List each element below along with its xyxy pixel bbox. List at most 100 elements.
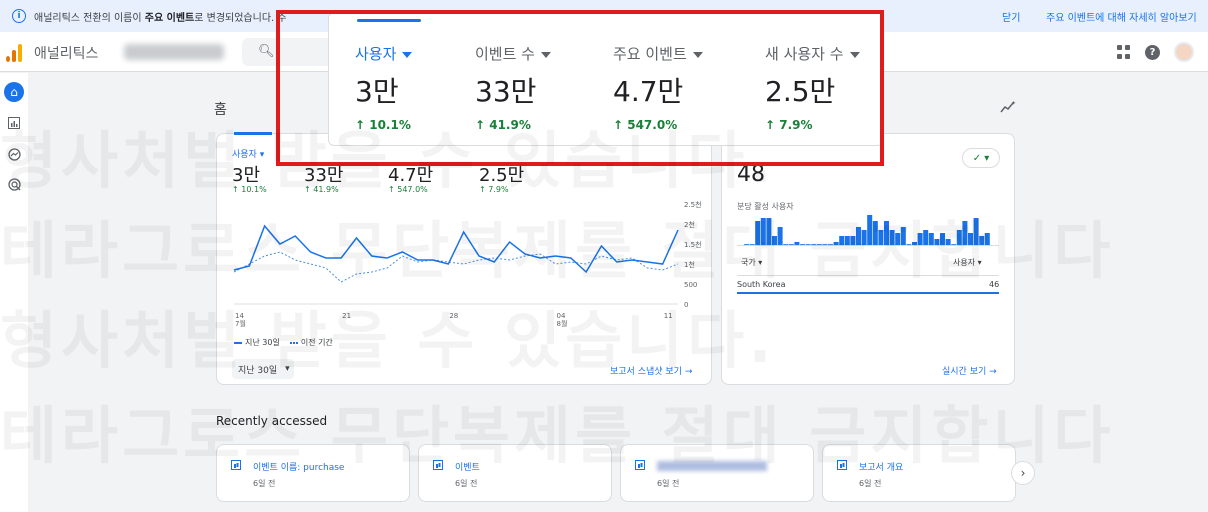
realtime-subtitle: 분당 활성 사용자 [737,202,794,211]
realtime-bar [755,221,761,245]
y-tick-label: 0 [684,301,688,309]
metric-users-value: 3만 [232,165,261,186]
realtime-bar [962,221,968,245]
metric-tab-label: 사용자 [355,43,413,64]
metric-tab-label: 이벤트 수 [475,43,551,64]
x-tick-label: 28 [449,312,458,320]
metric-tab-value: 33만 [475,75,537,108]
realtime-bar [923,230,929,245]
country-row-value: 46 [989,280,1000,289]
metric-tab-label: 새 사용자 수 [765,43,860,64]
realtime-view-link[interactable]: 실시간 보기 → [942,364,997,377]
recent-card-time: 6일 전 [859,479,882,488]
realtime-bar [844,236,850,245]
reports-icon[interactable] [4,113,24,133]
chevron-down-icon [692,51,703,58]
realtime-count: 48 [737,162,765,187]
recent-card-title: 이벤트 [455,463,480,473]
metric-tab-new-users[interactable]: 새 사용자 수 2.5만 ↑ 7.9% [765,43,860,132]
realtime-bar [766,218,772,245]
recent-card-time: 6일 전 [253,479,276,488]
chevron-down-icon [849,51,860,58]
report-snapshot-link[interactable]: 보고서 스냅샷 보기 → [610,364,692,377]
banner-close-link[interactable]: 닫기 [1002,9,1020,24]
realtime-bar [856,227,861,245]
analytics-logo-icon [6,42,24,62]
realtime-bar [777,227,783,245]
banner-learn-more-link[interactable]: 주요 이벤트에 대해 자세히 알아보기 [1046,9,1197,24]
advertising-icon[interactable] [4,174,24,194]
selected-tab-indicator [357,19,421,22]
metric-events-change: ↑ 41.9% [304,185,339,194]
info-icon: i [12,9,26,23]
recent-card[interactable]: 이벤트 이름: purchase 6일 전 [216,444,410,502]
country-row-label: South Korea [737,280,786,289]
metrics-tabs-panel: 사용자 3만 ↑ 10.1% 이벤트 수 33만 ↑ 41.9% 주요 이벤트 … [328,12,884,146]
date-range-button[interactable]: 지난 30일 ▾ [232,359,294,379]
metric-tab-events[interactable]: 이벤트 수 33만 ↑ 41.9% [475,43,551,132]
metric-key-events-value: 4.7만 [388,165,434,186]
users-line-chart: 2.5천 2천 1.5천 1천 500 0 147월 21 28 048월 11 [233,200,702,328]
country-dimension-select[interactable]: 국가 ▾ [741,257,762,268]
chevron-down-icon [540,51,551,58]
x-tick-label: 14 [235,312,244,320]
realtime-bar [772,236,777,245]
recent-card-time: 6일 전 [455,479,478,488]
report-icon [433,460,443,470]
realtime-bar [928,233,934,245]
status-check-chip[interactable]: ✓ ▾ [962,148,1000,168]
realtime-bar [956,230,962,245]
realtime-chart-baseline [737,245,999,246]
next-arrow-button[interactable]: › [1011,461,1035,485]
realtime-bar [867,215,873,245]
realtime-bar [839,236,845,245]
report-icon [837,460,847,470]
metric-tab-value: 2.5만 [765,75,836,108]
realtime-bar [884,221,889,245]
x-tick-label: 7월 [235,319,246,328]
recent-card[interactable]: 6일 전 [620,444,814,502]
legend-current: 지난 30일 [234,337,280,348]
report-icon [231,460,241,470]
metric-events-value: 33만 [304,165,344,186]
x-tick-label: 04 [557,312,566,320]
avatar[interactable] [1174,42,1194,62]
users-metric-select[interactable]: 사용자 ▾ [953,257,982,268]
realtime-bar [900,227,906,245]
realtime-bar-chart [744,215,990,245]
banner-message: 애널리틱스 전환의 이름이 주요 이벤트로 변경되었습니다. 주 [34,12,287,24]
account-selector[interactable] [124,44,224,60]
insights-icon[interactable]: ✦ [1000,100,1016,118]
recent-card[interactable]: 보고서 개요 6일 전 [822,444,1016,502]
help-icon[interactable]: ? [1145,44,1160,60]
chart-legend: 지난 30일 이전 기간 [234,337,333,348]
metric-tab-key-events[interactable]: 주요 이벤트 4.7만 ↑ 547.0% [613,43,703,132]
apps-grid-icon[interactable] [1117,45,1131,59]
home-icon[interactable]: ⌂ [4,82,24,102]
recent-card-title: 이벤트 이름: purchase [253,463,345,473]
realtime-bar [878,230,884,245]
realtime-bar [850,236,856,245]
recent-card-time: 6일 전 [657,479,680,488]
metric-new-users-value: 2.5만 [479,165,525,186]
metric-tab-users[interactable]: 사용자 3만 ↑ 10.1% [355,43,413,132]
metric-tab-change: ↑ 10.1% [355,118,411,132]
recent-card[interactable]: 이벤트 6일 전 [418,444,612,502]
legend-previous: 이전 기간 [289,337,333,348]
metric-new-users-change: ↑ 7.9% [479,185,509,194]
metric-tab-change: ↑ 7.9% [765,118,813,132]
country-row-bar [737,292,999,294]
recent-card-title: 보고서 개요 [859,463,904,473]
metric-tab-value: 4.7만 [613,75,684,108]
realtime-bar [760,218,766,245]
svg-text:✦: ✦ [1011,100,1016,107]
explore-icon[interactable] [4,144,24,164]
realtime-bar [917,233,923,245]
y-tick-label: 1.5천 [684,240,702,249]
y-tick-label: 500 [684,281,697,289]
chevron-down-icon [402,51,413,58]
realtime-bar [861,230,867,245]
metric-tab-indicator [234,132,272,135]
search-icon: 🔍︎ [258,44,275,59]
metric-users-label[interactable]: 사용자 ▾ [232,147,264,160]
